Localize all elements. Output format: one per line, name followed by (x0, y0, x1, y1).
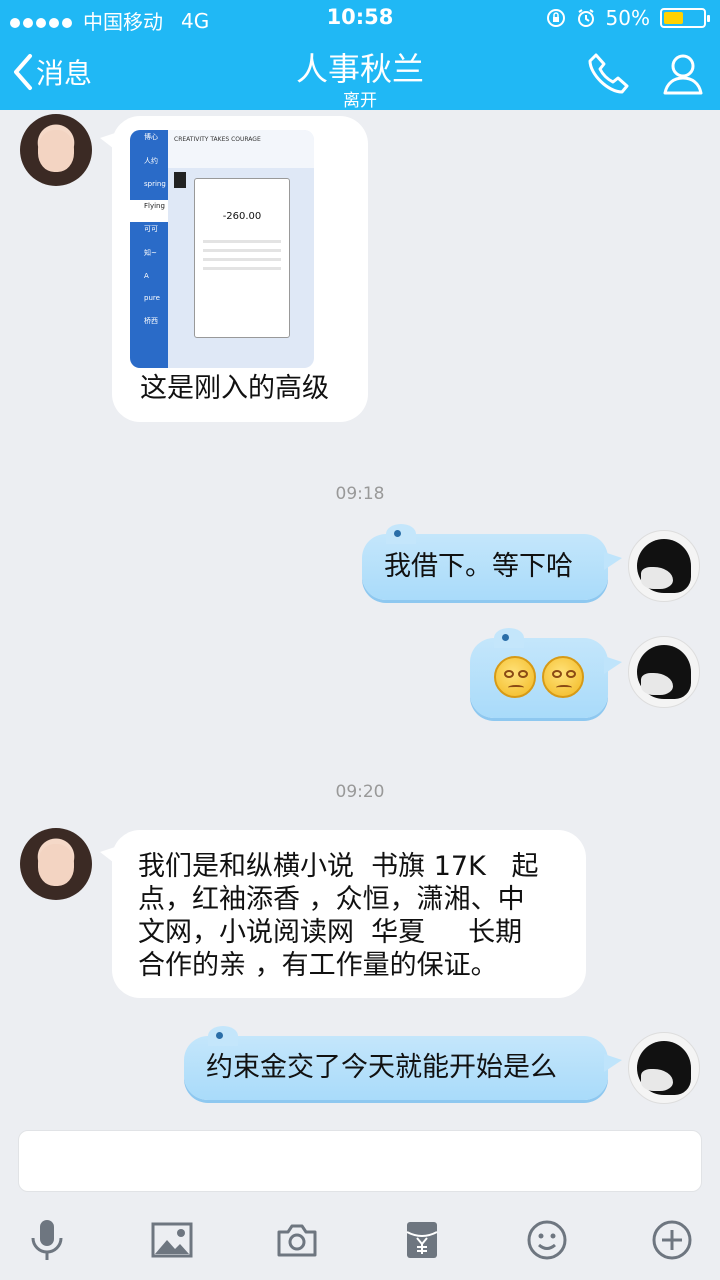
bubble-decoration (208, 1026, 238, 1046)
battery-percent: 50% (605, 6, 650, 30)
top-bar: 中国移动 4G 10:58 50% 消息 人事秋兰 离开 (0, 0, 720, 111)
thumb-contact: 知~ (144, 249, 157, 257)
voice-button[interactable] (22, 1215, 72, 1265)
thumb-line (203, 267, 281, 270)
bubble-decoration (386, 524, 416, 544)
red-packet-button[interactable] (397, 1215, 447, 1265)
message-input[interactable] (18, 1130, 702, 1192)
contact-avatar[interactable] (20, 828, 92, 900)
battery-fill (664, 12, 683, 24)
thumb-line (203, 240, 281, 243)
message-line: 合作的亲 ，有工作量的保证。 (138, 950, 498, 981)
emoji-icon (527, 1220, 567, 1260)
plus-icon (652, 1220, 692, 1260)
message-text: 约束金交了今天就能开始是么 (206, 1052, 557, 1083)
thumb-line (203, 249, 281, 252)
thumb-contact: 人约 (144, 157, 158, 165)
orientation-lock-icon (546, 9, 565, 27)
thumb-contact: 桥西 (144, 317, 158, 325)
camera-button[interactable] (272, 1215, 322, 1265)
worried-face-icon (494, 656, 536, 698)
thumb-amount: -260.00 (222, 211, 262, 222)
message-line: 我们是和纵横小说 书旗 17K 起 (138, 851, 539, 882)
message-line: 文网，小说阅读网 华夏 长期 (138, 917, 523, 948)
message-bubble-incoming[interactable]: 我们是和纵横小说 书旗 17K 起 点，红袖添香 ，众恒，潇湘、中 文网，小说阅… (100, 830, 586, 998)
thumb-header: CREATIVITY TAKES COURAGE (168, 130, 314, 168)
thumb-contact: spring (144, 180, 166, 188)
image-icon (151, 1222, 193, 1258)
red-packet-icon (406, 1222, 438, 1258)
battery-icon (660, 8, 710, 28)
emoji-button[interactable] (522, 1215, 572, 1265)
message-text: 我借下。等下哈 (384, 551, 573, 582)
my-avatar[interactable] (628, 1032, 700, 1104)
message-bubble-outgoing[interactable] (470, 628, 622, 718)
camera-icon (277, 1224, 317, 1257)
thumb-phone-screen: -260.00 (194, 178, 290, 338)
thumb-contact: 可可 (144, 225, 158, 233)
more-button[interactable] (647, 1215, 697, 1265)
message-line: 点，红袖添香 ，众恒，潇湘、中 (138, 884, 525, 915)
thumb-black-tile (174, 172, 186, 188)
message-bubble-outgoing[interactable]: 我借下。等下哈 (362, 524, 622, 600)
thumb-contact: A (144, 272, 149, 280)
profile-button[interactable] (660, 50, 706, 100)
thumb-contact: Flying (130, 200, 168, 222)
shared-screenshot-image[interactable]: 博心 人约 spring Flying 可可 知~ A pure 桥西 CREA… (130, 130, 314, 368)
profile-icon (663, 54, 703, 95)
my-avatar[interactable] (628, 530, 700, 602)
status-bar: 中国移动 4G 10:58 50% (0, 0, 720, 36)
thumb-contact: pure (144, 294, 160, 302)
thumb-line (203, 258, 281, 261)
my-avatar[interactable] (628, 636, 700, 708)
microphone-icon (31, 1220, 63, 1260)
bubble-decoration (494, 628, 524, 648)
message-bubble-outgoing[interactable]: 约束金交了今天就能开始是么 (184, 1026, 622, 1100)
thumb-contact: 博心 (144, 133, 158, 141)
message-text-block: 我们是和纵横小说 书旗 17K 起 点，红袖添香 ，众恒，潇湘、中 文网，小说阅… (138, 850, 539, 982)
worried-face-icon (542, 656, 584, 698)
status-right: 50% (546, 6, 710, 30)
call-button[interactable] (586, 50, 632, 100)
alarm-icon (577, 9, 594, 27)
photo-button[interactable] (147, 1215, 197, 1265)
timestamp: 09:18 (335, 484, 385, 504)
timestamp: 09:20 (335, 782, 385, 802)
message-text: 这是刚入的高级 (140, 373, 329, 404)
thumb-sidebar: 博心 人约 spring Flying 可可 知~ A pure 桥西 (130, 130, 168, 368)
chat-toolbar (0, 1205, 720, 1280)
contact-avatar[interactable] (20, 114, 92, 186)
phone-icon (588, 53, 629, 94)
